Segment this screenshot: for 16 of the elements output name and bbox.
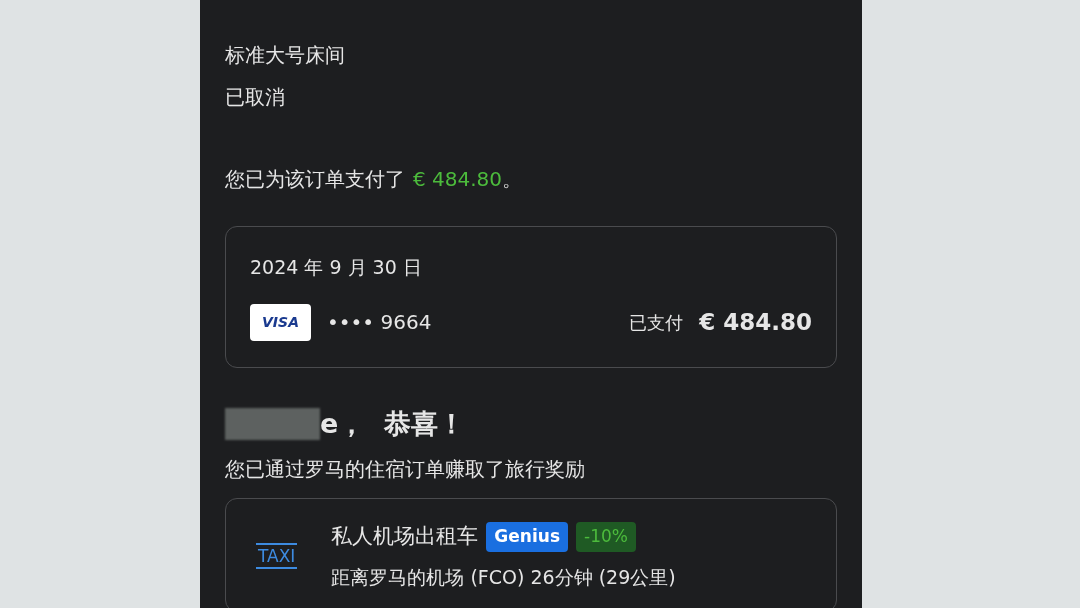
card-number: •••• 9664 [326,309,432,336]
paid-total: € 484.80 [699,307,812,337]
booking-status: 已取消 [225,84,286,111]
offer-detail: 距离罗马的机场 (FCO) 26分钟 (29公里) [331,564,676,590]
room-type: 标准大号床间 [225,42,346,69]
reward-subtitle: 您已通过罗马的住宿订单赚取了旅行奖励 [225,456,586,483]
greeting: e， 恭喜！ [320,406,466,441]
paid-amount: € 484.80 [413,166,503,193]
offer-title: 私人机场出租车 [331,523,479,550]
payment-notice-end: 。 [502,166,523,193]
discount-badge: -10% [576,522,636,552]
genius-badge: Genius [486,522,568,552]
card-brand-logo: VISA [250,303,311,341]
paid-label: 已支付 [629,310,684,335]
payment-notice: 您已为该订单支付了 [225,166,405,193]
payment-date: 2024 年 9 月 30 日 [250,255,423,280]
